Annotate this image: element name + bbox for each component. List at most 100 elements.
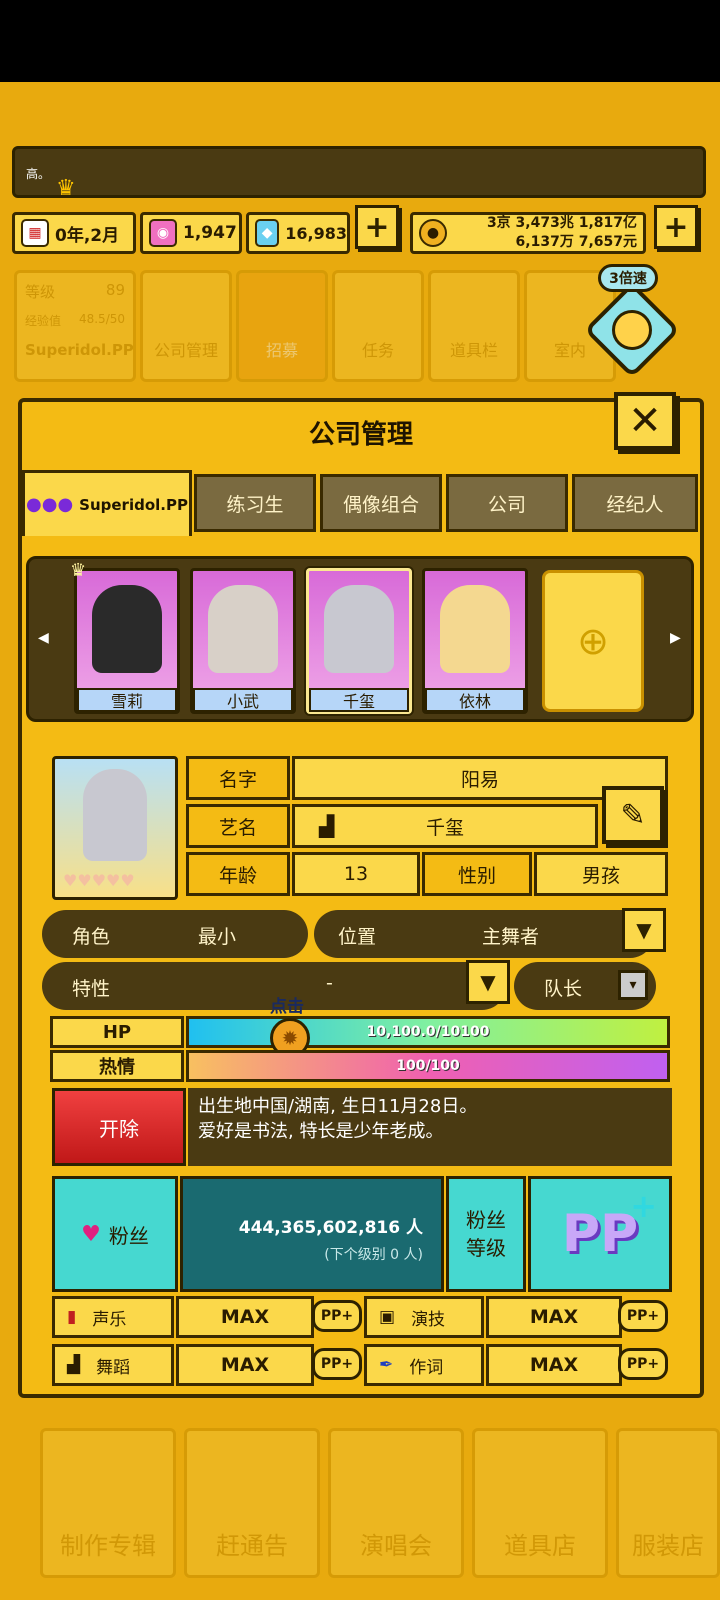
tab-company[interactable]: 公司 [446, 474, 568, 532]
microphone-icon: ▮ [67, 1307, 77, 1327]
name-label: 名字 [186, 756, 290, 800]
member-avatar [83, 769, 147, 861]
add-money-button[interactable]: + [654, 205, 698, 249]
pink-gem-display: ◉ 1,947 [140, 212, 242, 254]
diamond-icon: ◆ [255, 219, 280, 247]
tap-hint: 点击 [270, 997, 304, 1017]
stage-name-text: 千玺 [425, 816, 464, 839]
role-row: 角色 最小 [42, 910, 308, 958]
position-value: 主舞者 [482, 926, 540, 948]
tab-idol-groups[interactable]: 偶像组合 [320, 474, 442, 532]
money-line1: 3京 3,473兆 1,817亿 [486, 215, 637, 231]
skill-lyrics-value: MAX [486, 1344, 622, 1386]
date-value: 0年,2月 [55, 225, 120, 246]
ticker-text: 高。 [26, 167, 51, 181]
calendar-icon: ▦ [21, 219, 49, 247]
role-value: 最小 [198, 926, 237, 948]
fans-count-box: 444,365,602,816 人 (下个级别 0 人) [180, 1176, 444, 1292]
crown-icon: ♛ [56, 176, 76, 201]
exp-value: 48.5/50 [78, 312, 125, 326]
member-bio: 出生地中国/湖南, 生日11月28日。 爱好是书法, 特长是少年老成。 [188, 1088, 672, 1166]
fire-member-button[interactable]: 开除 [52, 1088, 186, 1166]
leader-label: 队长 [544, 978, 583, 1000]
skill-vocal: ▮ 声乐 [52, 1296, 174, 1338]
member-avatar [324, 585, 394, 673]
position-label: 位置 [338, 926, 377, 948]
skill-lyrics: ✒ 作词 [364, 1344, 484, 1386]
fan-level-pp-button[interactable]: PP + [528, 1176, 672, 1292]
skill-dance-label: 舞蹈 [96, 1357, 131, 1378]
fans-count: 444,365,602,816 人 [238, 1218, 423, 1238]
member-portrait: ♥♥♥♥♥ [52, 756, 178, 900]
fans-label: 粉丝 [108, 1223, 149, 1248]
skill-vocal-pp-button[interactable]: PP+ [312, 1300, 362, 1332]
bio-line1: 出生地中国/湖南, 生日11月28日。 [198, 1096, 478, 1117]
nav-schedule[interactable]: 赶通告 [184, 1428, 320, 1578]
speed-badge[interactable]: 3倍速 [598, 264, 658, 292]
fan-level-label-2: 等级 [466, 1236, 506, 1260]
money-display: ● 3京 3,473兆 1,817亿 6,137万 7,657元 [410, 212, 646, 254]
hp-bar: 10,100.0/10100 [186, 1016, 670, 1048]
passion-bar: 100/100 [186, 1050, 670, 1082]
edit-name-button[interactable]: ✎ [602, 786, 664, 844]
skill-acting-label: 演技 [411, 1309, 446, 1330]
plus-icon: + [630, 1187, 657, 1225]
position-row: 位置 主舞者 [314, 910, 654, 958]
role-label: 角色 [72, 926, 111, 948]
group-icon: ●●● [26, 494, 74, 515]
passion-label: 热情 [50, 1050, 184, 1082]
tab-manager[interactable]: 经纪人 [572, 474, 698, 532]
trait-value: - [326, 972, 333, 994]
position-dropdown-button[interactable]: ▼ [622, 908, 666, 952]
carousel-left-arrow[interactable]: ◀ [38, 630, 49, 646]
member-avatar [208, 585, 278, 673]
heart-icon: ♥ [81, 1221, 101, 1247]
carousel-right-arrow[interactable]: ▶ [670, 630, 681, 646]
stage-name-value: ▟ 千玺 [292, 804, 598, 848]
shoe-icon: ▟ [67, 1355, 81, 1375]
leader-checkbox[interactable]: ▾ [618, 970, 648, 1000]
member-name: 雪莉 [77, 688, 177, 712]
close-button[interactable]: ✕ [614, 392, 676, 450]
pink-gem-icon: ◉ [149, 219, 177, 247]
add-diamonds-button[interactable]: + [355, 205, 399, 249]
fan-level-label-1: 粉丝 [466, 1208, 506, 1232]
clock-icon[interactable] [612, 310, 652, 350]
nav-concert[interactable]: 演唱会 [328, 1428, 464, 1578]
fans-next-level: (下个级别 0 人) [324, 1247, 423, 1263]
crown-icon: ♛ [70, 560, 87, 581]
nav-make-album[interactable]: 制作专辑 [40, 1428, 176, 1578]
nav-item-shop[interactable]: 道具店 [472, 1428, 608, 1578]
tab-group-superidol[interactable]: ●●● Superidol.PP [22, 470, 192, 536]
gender-value: 男孩 [534, 852, 668, 896]
menu-recruit[interactable]: 招募 [236, 270, 328, 382]
member-avatar [92, 585, 162, 673]
level-label: 等级 [25, 283, 56, 301]
hearts-icon: ♥♥♥♥♥ [63, 871, 135, 890]
skill-acting-pp-button[interactable]: PP+ [618, 1300, 668, 1332]
company-name: Superidol.PP [25, 341, 134, 359]
trait-dropdown-button[interactable]: ▼ [466, 960, 510, 1004]
skill-dance-value: MAX [176, 1344, 314, 1386]
hp-label: HP [50, 1016, 184, 1048]
age-label: 年龄 [186, 852, 290, 896]
date-display: ▦ 0年,2月 [12, 212, 136, 254]
skill-dance-pp-button[interactable]: PP+ [312, 1348, 362, 1380]
skill-lyrics-pp-button[interactable]: PP+ [618, 1348, 668, 1380]
company-level-card: 等级 89 经验值 48.5/50 Superidol.PP [14, 270, 136, 382]
money-line2: 6,137万 7,657元 [515, 234, 637, 250]
camera-icon: ▣ [379, 1307, 396, 1327]
diamond-value: 16,983 [285, 223, 347, 243]
menu-inventory[interactable]: 道具栏 [428, 270, 520, 382]
shoe-icon: ▟ [319, 814, 335, 838]
add-member-button[interactable]: ⊕ [542, 570, 644, 712]
level-value: 89 [105, 281, 125, 299]
panel-title: 公司管理 [308, 419, 413, 450]
tab-trainees[interactable]: 练习生 [194, 474, 316, 532]
menu-company-management[interactable]: 公司管理 [140, 270, 232, 382]
coin-icon: ● [419, 219, 447, 247]
menu-tasks[interactable]: 任务 [332, 270, 424, 382]
nav-clothing-shop[interactable]: 服装店 [616, 1428, 720, 1578]
news-ticker [12, 146, 706, 198]
gender-label: 性别 [422, 852, 532, 896]
